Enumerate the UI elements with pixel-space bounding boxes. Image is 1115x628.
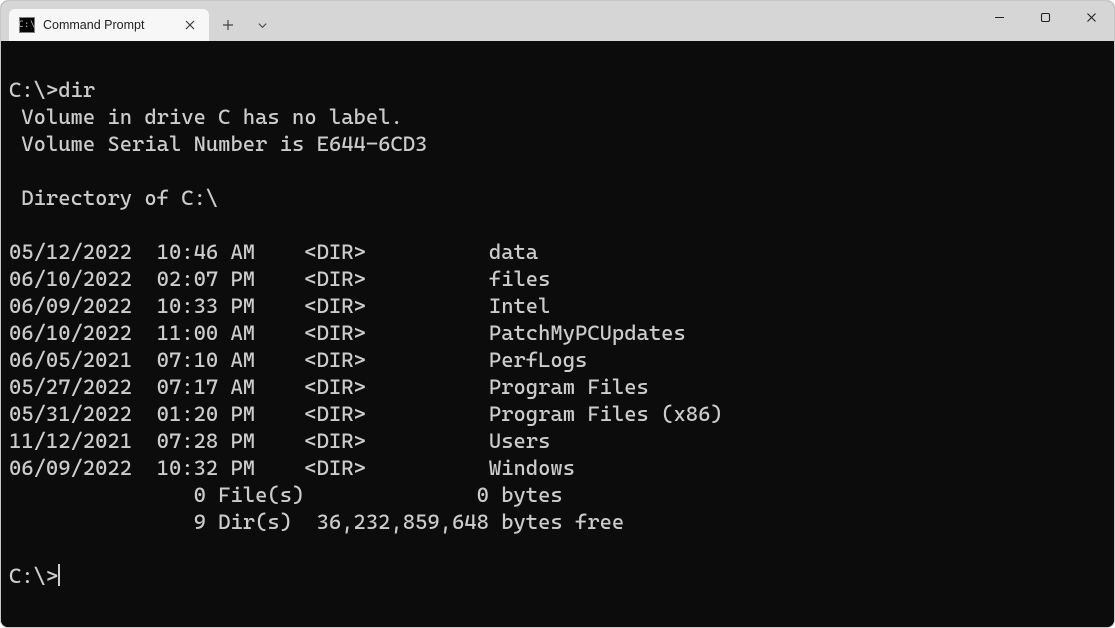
terminal-output[interactable]: C:\>dir Volume in drive C has no label. …	[1, 41, 1114, 627]
minimize-button[interactable]	[976, 1, 1022, 33]
new-tab-button[interactable]	[213, 10, 243, 40]
close-button[interactable]	[1068, 1, 1114, 33]
window-controls	[976, 1, 1114, 41]
cmd-icon: C:\	[19, 17, 35, 33]
titlebar[interactable]: C:\ Command Prompt	[1, 1, 1114, 41]
tab-title: Command Prompt	[43, 18, 173, 32]
tab-command-prompt[interactable]: C:\ Command Prompt	[9, 9, 209, 41]
cursor	[58, 564, 60, 586]
terminal-window: C:\ Command Prompt C	[0, 0, 1115, 628]
tab-dropdown-button[interactable]	[247, 10, 277, 40]
tab-close-button[interactable]	[181, 16, 199, 34]
maximize-button[interactable]	[1022, 1, 1068, 33]
prompt: C:\>	[9, 564, 58, 588]
tab-strip: C:\ Command Prompt	[1, 1, 277, 41]
